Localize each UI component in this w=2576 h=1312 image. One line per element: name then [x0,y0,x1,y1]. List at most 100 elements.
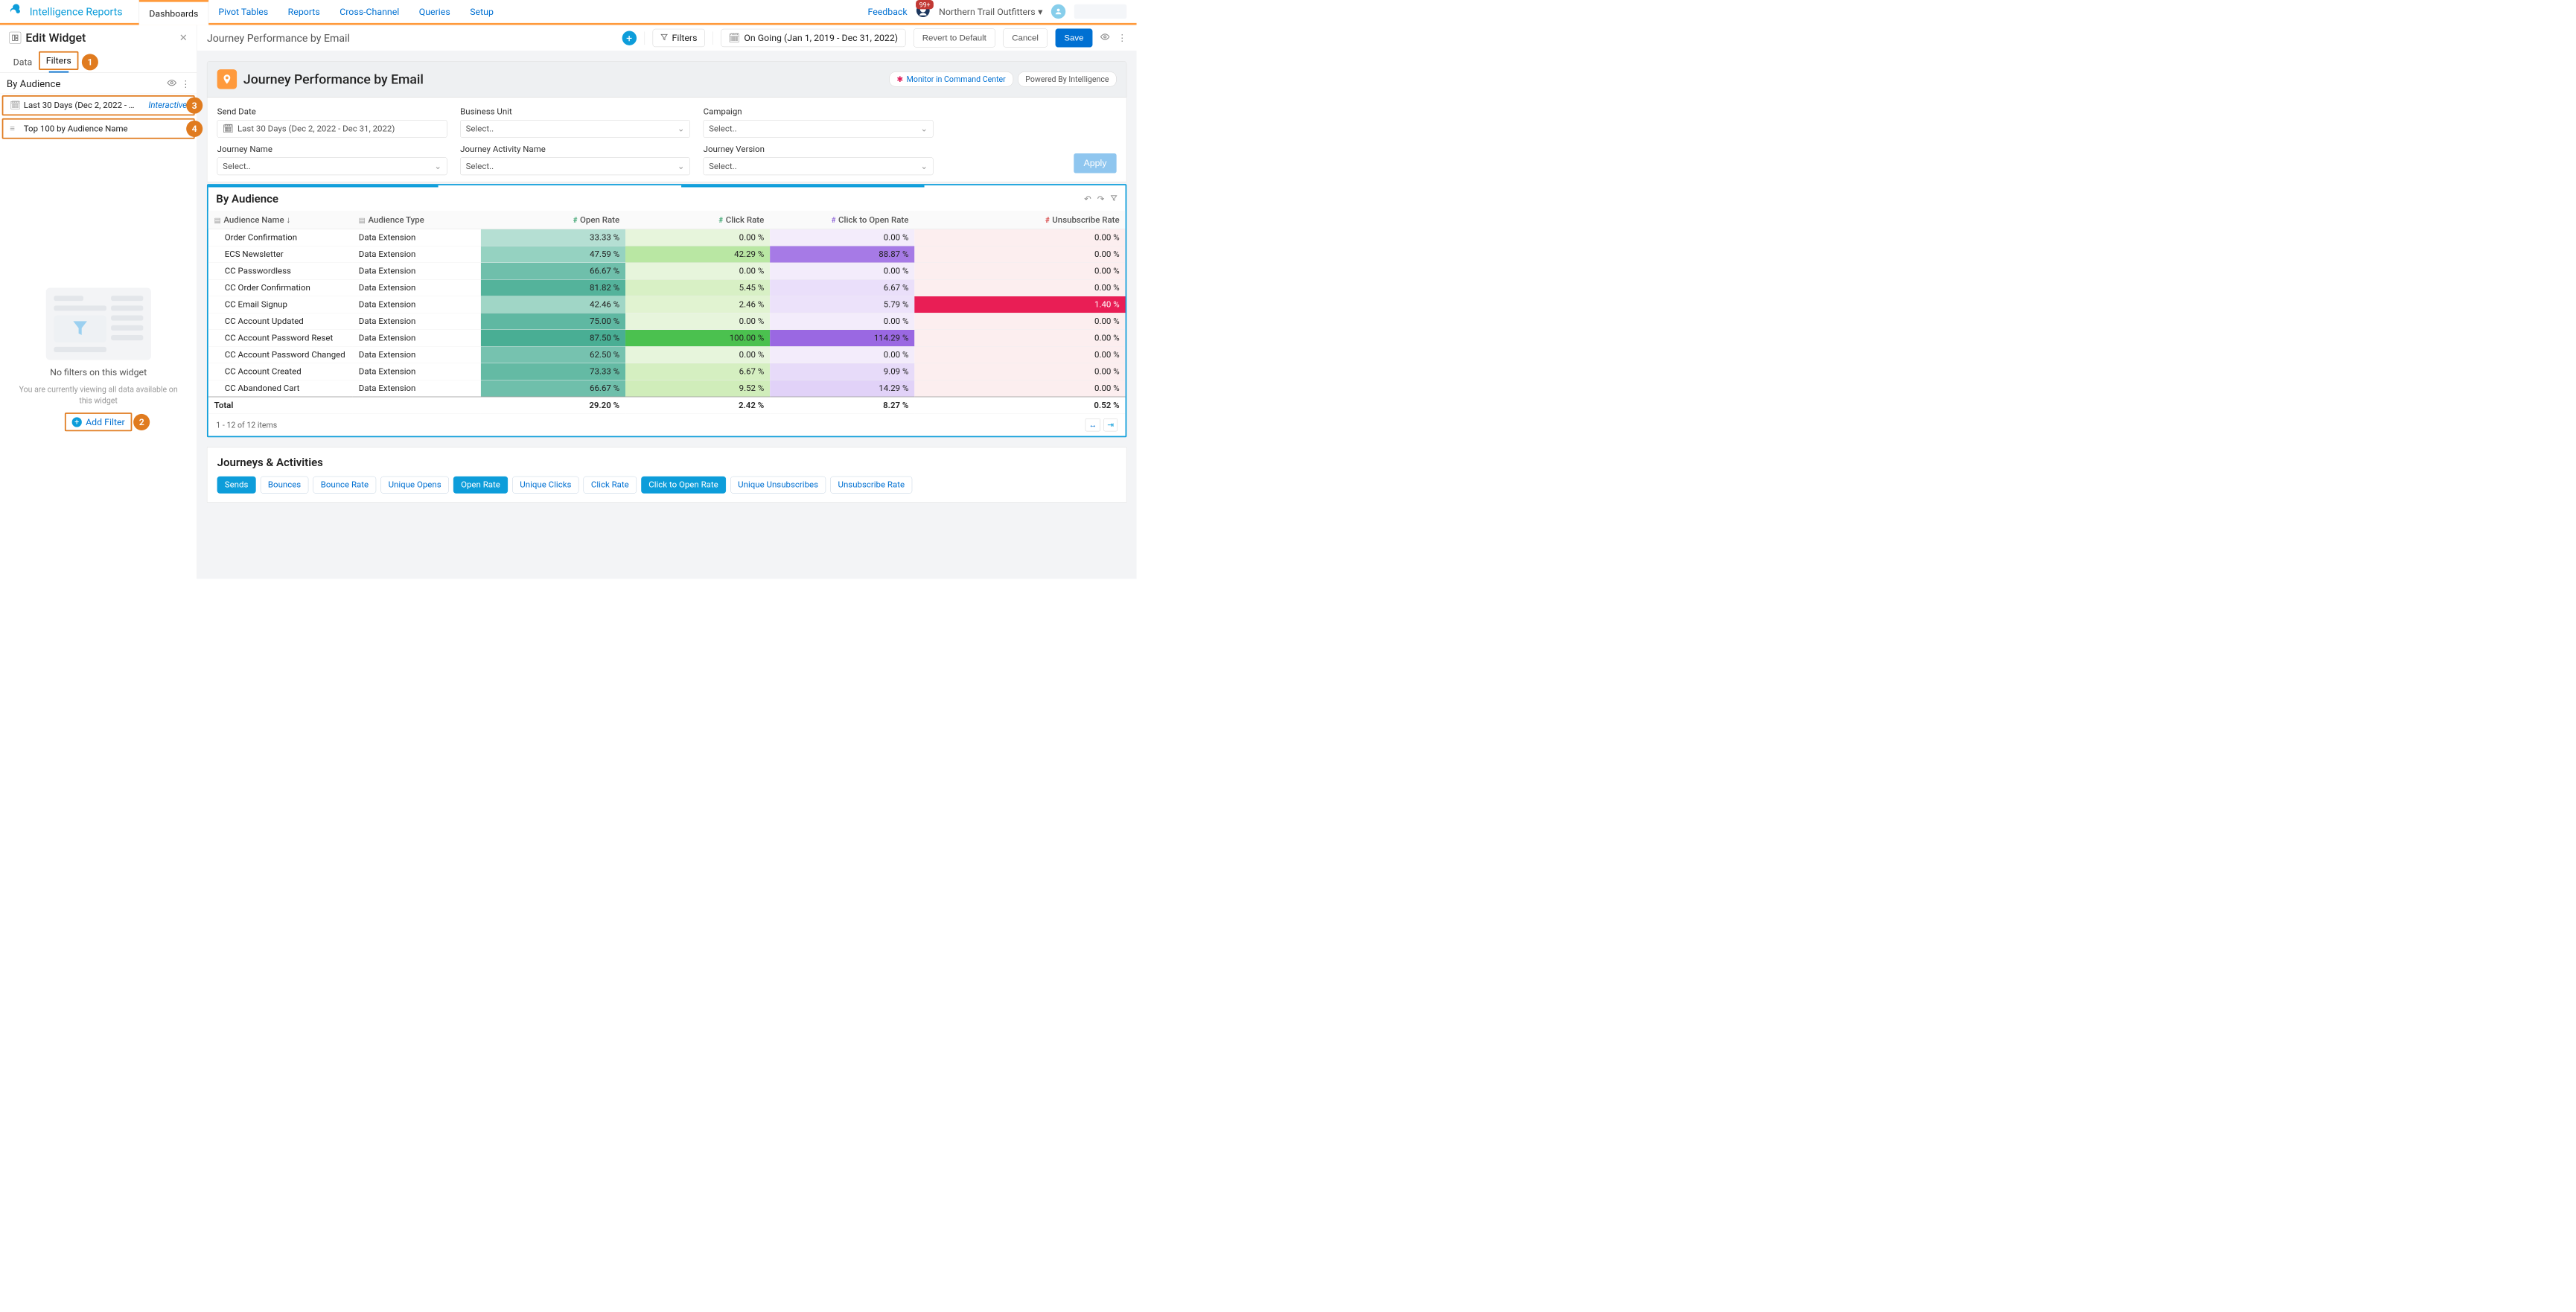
user-avatar-icon[interactable] [1051,4,1065,19]
close-panel-icon[interactable]: ✕ [179,32,188,43]
metric-pill[interactable]: Bounces [261,477,309,494]
select-journey-version[interactable]: Select..⌄ [704,157,934,175]
sort-down-icon[interactable]: ↓ [287,215,291,225]
date-range-picker[interactable]: 🗓 On Going (Jan 1, 2019 - Dec 31, 2022) [721,29,905,47]
hash-icon: # [718,217,723,225]
callout-4: 4 [186,121,203,137]
label-campaign: Campaign [704,106,934,116]
save-button[interactable]: Save [1055,28,1092,47]
add-filter-button[interactable]: + Add Filter 2 [65,413,133,431]
add-button[interactable]: + [622,31,636,45]
metric-pill[interactable]: Unique Unsubscribes [730,477,826,494]
db-icon: ▤ [214,217,221,225]
metric-pill[interactable]: Unique Opens [380,477,448,494]
panel-title: Edit Widget [25,31,86,45]
nav-tabs: Dashboards Pivot Tables Reports Cross-Ch… [139,0,504,23]
table-row[interactable]: CC Order ConfirmationData Extension81.82… [208,279,1126,296]
calendar-icon: 🗓 [728,33,740,44]
input-send-date[interactable]: 🗓Last 30 Days (Dec 2, 2022 - Dec 31, 202… [217,120,447,138]
user-menu-placeholder[interactable] [1074,4,1127,19]
section2-title: Journeys & Activities [217,456,1117,469]
filter-date-range[interactable]: 🗓 Last 30 Days (Dec 2, 2022 - … Interact… [2,95,195,115]
table-row[interactable]: CC Account Password ChangedData Extensio… [208,346,1126,363]
table-row[interactable]: CC Account CreatedData Extension73.33 %6… [208,363,1126,380]
filter-list-icon: ≡ [10,124,19,134]
top-nav: Intelligence Reports Dashboards Pivot Ta… [0,0,1137,25]
visibility-icon[interactable] [168,78,176,89]
total-row: Total 29.20 % 2.42 % 8.27 % 0.52 % [208,397,1126,414]
feedback-link[interactable]: Feedback [867,6,907,17]
tab-setup[interactable]: Setup [460,0,503,23]
table-row[interactable]: Order ConfirmationData Extension33.33 %0… [208,229,1126,246]
monitor-chip[interactable]: ✱Monitor in Command Center [889,71,1013,86]
label-journey-activity: Journey Activity Name [460,144,690,154]
filter-section-title: By Audience [7,78,61,89]
tab-dashboards[interactable]: Dashboards [139,0,208,25]
filter-icon[interactable] [1110,194,1118,204]
notifications-icon[interactable]: 99+ [916,3,930,20]
select-campaign[interactable]: Select..⌄ [704,120,934,138]
label-send-date: Send Date [217,106,447,116]
table-row[interactable]: CC Abandoned CartData Extension66.67 %9.… [208,380,1126,397]
callout-1: 1 [82,54,98,70]
tab-queries[interactable]: Queries [409,0,460,23]
table-row[interactable]: CC Email SignupData Extension42.46 %2.46… [208,296,1126,313]
db-icon: ▤ [359,217,366,225]
location-pin-icon [217,69,237,89]
callout-2: 2 [133,414,150,430]
journeys-activities-section: Journeys & Activities Sends BouncesBounce… [207,447,1126,502]
more-icon[interactable]: ⋮ [181,78,190,89]
empty-state-illustration [46,287,151,360]
slack-icon: ✱ [896,74,903,83]
chevron-down-icon: ⌄ [678,124,685,133]
table-row[interactable]: ECS NewsletterData Extension47.59 %42.29… [208,246,1126,263]
salesforce-logo-icon [7,3,23,19]
edit-widget-panel: Edit Widget ✕ Data Filters 1 By Audience… [0,25,197,579]
by-audience-widget: By Audience ↶ ↷ ▤Audience Name ↓ ▤Audien… [207,184,1126,437]
metric-pill[interactable]: Bounce Rate [313,477,377,494]
metric-pill[interactable]: Open Rate [453,477,508,494]
undo-icon[interactable]: ↶ [1084,194,1091,204]
widget-title: By Audience [216,193,278,206]
fit-columns-icon[interactable]: ↔ [1085,418,1100,431]
label-business-unit: Business Unit [460,106,690,116]
main-toolbar: Journey Performance by Email + Filters 🗓… [197,25,1137,51]
plus-icon: + [72,417,82,427]
tab-cross-channel[interactable]: Cross-Channel [330,0,409,23]
table-row[interactable]: CC Account Password ResetData Extension8… [208,330,1126,347]
tab-data[interactable]: Data [7,53,39,70]
tab-filters[interactable]: Filters [39,51,78,70]
select-business-unit[interactable]: Select..⌄ [460,120,690,138]
table-row[interactable]: CC Account UpdatedData Extension75.00 %0… [208,313,1126,330]
hash-icon: # [573,217,578,225]
expand-icon[interactable]: ⇥ [1103,418,1118,431]
org-switcher[interactable]: Northern Trail Outfitters▾ [939,6,1042,17]
metric-pill[interactable]: Click Rate [584,477,637,494]
powered-by-chip[interactable]: Powered By Intelligence [1018,71,1117,86]
filters-button[interactable]: Filters [652,29,704,47]
metric-pill[interactable]: Unique Clicks [512,477,578,494]
select-journey-name[interactable]: Select..⌄ [217,157,447,175]
audience-table: ▤Audience Name ↓ ▤Audience Type #Open Ra… [208,211,1126,414]
dashboard-filters: Send Date 🗓Last 30 Days (Dec 2, 2022 - D… [207,98,1126,182]
hash-icon: # [1045,217,1050,225]
revert-button[interactable]: Revert to Default [914,28,995,47]
table-row[interactable]: CC PasswordlessData Extension66.67 %0.00… [208,263,1126,280]
metric-pill[interactable]: Unsubscribe Rate [830,477,912,494]
tab-pivot-tables[interactable]: Pivot Tables [208,0,278,23]
cancel-button[interactable]: Cancel [1003,28,1048,47]
metric-pill[interactable]: Click to Open Rate [641,477,726,494]
hash-icon: # [832,217,836,225]
notification-badge: 99+ [916,0,934,9]
apply-button[interactable]: Apply [1074,153,1116,173]
select-journey-activity[interactable]: Select..⌄ [460,157,690,175]
widget-icon [9,32,21,44]
tab-reports[interactable]: Reports [278,0,330,23]
more-menu-icon[interactable]: ⋮ [1118,33,1126,44]
metric-pill[interactable]: Sends [217,477,256,494]
funnel-icon [660,33,669,44]
filter-top-100[interactable]: ≡ Top 100 by Audience Name 4 [2,118,195,139]
redo-icon[interactable]: ↷ [1097,194,1105,204]
preview-icon[interactable] [1100,32,1109,43]
dashboard-header: Journey Performance by Email ✱Monitor in… [207,61,1126,98]
